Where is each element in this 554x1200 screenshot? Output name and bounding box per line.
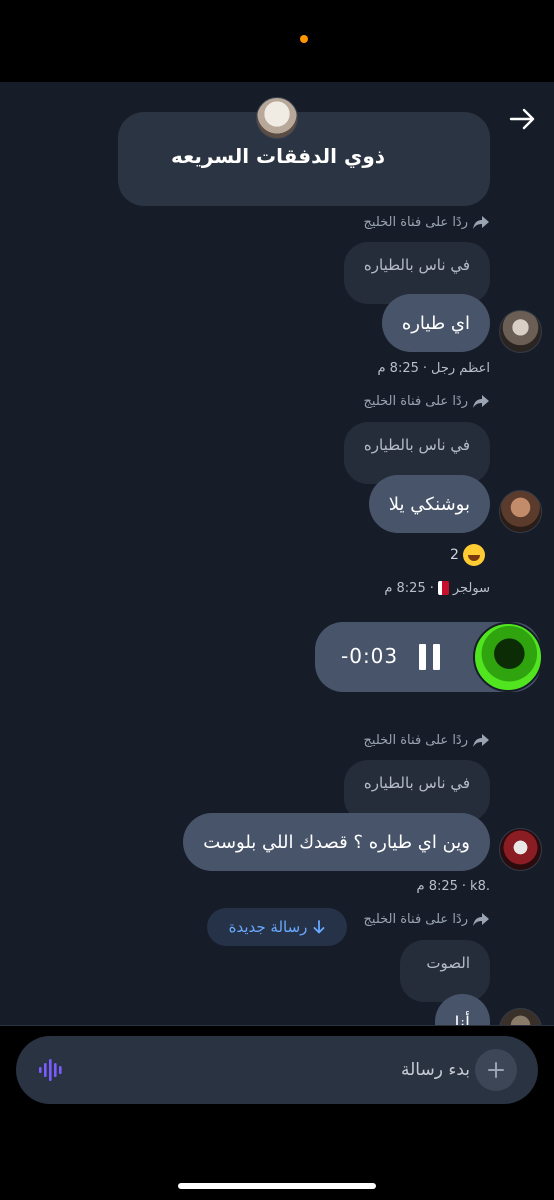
reply-forward-icon [473, 734, 489, 747]
message-meta: اعظم رجل · 8:25 م [377, 360, 490, 376]
voice-duration: -0:03 [341, 644, 399, 668]
message-time: 8:25 م [377, 360, 419, 376]
reply-label: ردًا على فناة الخليج [363, 911, 468, 927]
flag-icon [437, 581, 449, 595]
reaction-count: 2 [450, 547, 459, 563]
group-avatar[interactable] [256, 97, 298, 139]
avatar[interactable] [499, 490, 542, 533]
divider [0, 1025, 554, 1026]
reply-label: ردًا على فناة الخليج [363, 214, 468, 230]
status-bar [0, 0, 554, 82]
reply-forward-icon [473, 216, 489, 229]
message-meta: .k8 · 8:25 م [416, 878, 490, 894]
laughing-emoji-icon [462, 544, 485, 566]
sender-name[interactable]: سولجر [453, 581, 490, 596]
message-bubble[interactable]: بوشنكي يلا [368, 475, 490, 533]
reply-label: ردًا على فناة الخليج [363, 393, 468, 409]
message-time: 8:25 م [416, 878, 458, 894]
avatar[interactable] [499, 310, 542, 353]
reply-label: ردًا على فناة الخليج [363, 732, 468, 748]
plus-icon [488, 1062, 504, 1078]
quoted-message[interactable]: الصوت [400, 940, 490, 1002]
message-meta: سولجر · 8:25 م [384, 580, 490, 596]
message-composer [16, 1036, 538, 1104]
home-indicator[interactable] [178, 1183, 376, 1189]
reply-indicator: ردًا على فناة الخليج [364, 730, 490, 750]
message-time: 8:25 م [384, 580, 426, 596]
back-arrow-icon[interactable] [507, 104, 537, 134]
arrow-down-icon [314, 920, 325, 934]
sender-name[interactable]: اعظم رجل [431, 361, 490, 376]
message-bubble[interactable]: اي طياره [381, 294, 490, 352]
privacy-indicator-dot [300, 35, 308, 43]
message-bubble[interactable]: وين اي طياره ؟ قصدك اللي بلوست [183, 813, 490, 871]
sender-name[interactable]: .k8 [470, 879, 490, 894]
avatar[interactable] [499, 1008, 542, 1026]
message-input[interactable] [86, 1052, 470, 1088]
voice-record-icon[interactable] [38, 1058, 64, 1082]
avatar[interactable] [499, 828, 542, 871]
reply-indicator: ردًا على فناة الخليج [364, 212, 490, 232]
reply-forward-icon [473, 913, 489, 926]
chat-area[interactable]: ذوي الدفقات السريعه ردًا على فناة الخليج… [0, 82, 554, 1026]
avatar[interactable] [473, 622, 543, 692]
new-message-label: رسالة جديدة [228, 918, 308, 936]
new-message-button[interactable]: رسالة جديدة [207, 908, 347, 946]
chat-title[interactable]: ذوي الدفقات السريعه [118, 144, 438, 168]
reply-indicator: ردًا على فناة الخليج [364, 391, 490, 411]
attach-button[interactable] [475, 1049, 517, 1091]
reply-indicator: ردًا على فناة الخليج [364, 909, 490, 929]
reaction-badge[interactable]: 2 [450, 544, 485, 566]
pause-icon[interactable] [419, 644, 443, 670]
reply-forward-icon [473, 395, 489, 408]
